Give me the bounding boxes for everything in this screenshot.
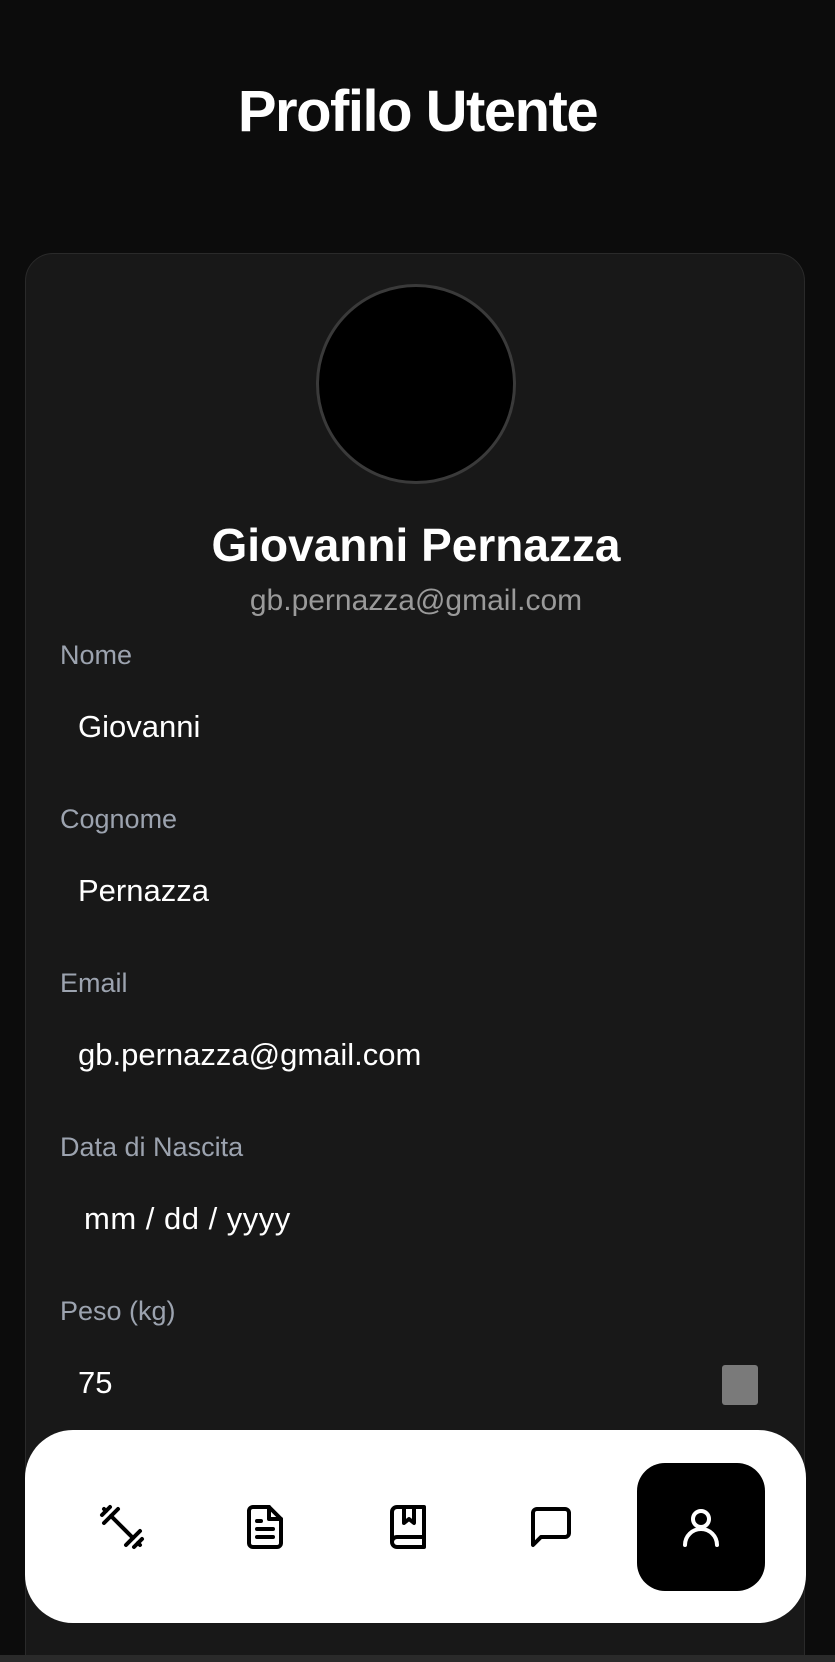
- dumbbell-icon: [100, 1505, 144, 1549]
- user-icon: [683, 1509, 719, 1547]
- email-input[interactable]: gb.pernazza@gmail.com: [60, 1025, 780, 1085]
- nome-field: Nome Giovanni: [60, 637, 780, 757]
- profile-email: gb.pernazza@gmail.com: [249, 584, 583, 617]
- email-label: Email: [60, 968, 128, 998]
- nome-input[interactable]: Giovanni: [60, 697, 780, 757]
- email-field: Email gb.pernazza@gmail.com: [60, 965, 780, 1085]
- nav-item-chat[interactable]: [487, 1463, 615, 1591]
- nav-item-library[interactable]: [344, 1463, 472, 1591]
- weight-stepper[interactable]: [722, 1365, 758, 1405]
- birthdate-field: Data di Nascita mm / dd / yyyy: [60, 1129, 780, 1249]
- chat-icon: [531, 1507, 571, 1547]
- cognome-field: Cognome Pernazza: [60, 801, 780, 921]
- weight-input[interactable]: 75: [60, 1353, 780, 1413]
- cognome-input[interactable]: Pernazza: [60, 861, 780, 921]
- cognome-label: Cognome: [60, 804, 178, 834]
- nome-label: Nome: [60, 640, 133, 670]
- weight-value: 75: [78, 1365, 113, 1400]
- nav-item-workout[interactable]: [58, 1463, 186, 1591]
- document-icon: [247, 1505, 283, 1549]
- page-title: Profilo Utente: [237, 79, 599, 144]
- birthdate-label: Data di Nascita: [60, 1132, 244, 1162]
- weight-field: Peso (kg) 75: [60, 1293, 780, 1413]
- book-icon: [390, 1505, 426, 1549]
- nav-item-documents[interactable]: [201, 1463, 329, 1591]
- bottom-nav: [25, 1430, 806, 1623]
- profile-name: Giovanni Pernazza: [211, 519, 621, 571]
- birthdate-input[interactable]: mm / dd / yyyy: [60, 1189, 780, 1249]
- bottom-edge: [0, 1655, 835, 1662]
- profile-page: Profilo Utente Giovanni Pernazza gb.pern…: [0, 0, 835, 1662]
- weight-label: Peso (kg): [60, 1296, 176, 1326]
- avatar[interactable]: [316, 284, 516, 484]
- nav-item-profile[interactable]: [637, 1463, 765, 1591]
